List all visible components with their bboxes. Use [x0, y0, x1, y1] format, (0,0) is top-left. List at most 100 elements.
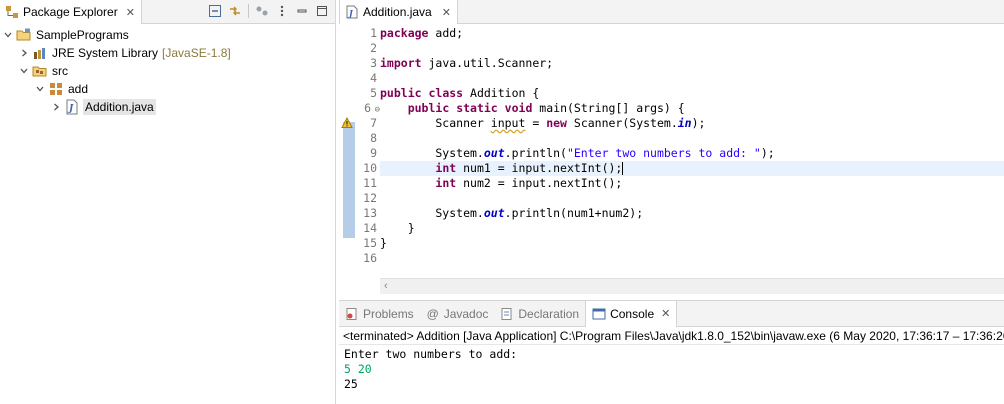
code-text: main(String[] args) {: [532, 101, 685, 115]
code-text: num2 = input.nextInt();: [456, 176, 623, 190]
tree-item-addition-java[interactable]: J Addition.java: [0, 98, 335, 116]
code-line[interactable]: }: [380, 221, 1004, 236]
tab-package-explorer[interactable]: Package Explorer ✕: [0, 0, 142, 24]
code-line[interactable]: import java.util.Scanner;: [380, 56, 1004, 71]
static-field: out: [483, 146, 505, 160]
chevron-down-icon[interactable]: [34, 83, 46, 95]
line-number: 4: [370, 71, 377, 85]
tree-item-jre-library[interactable]: JRE System Library [JavaSE-1.8]: [0, 44, 335, 62]
code-line[interactable]: public static void main(String[] args) {: [380, 101, 1004, 116]
console-input-line: 5 20: [344, 362, 372, 376]
tab-javadoc[interactable]: @ Javadoc: [420, 301, 495, 327]
code-line[interactable]: Scanner input = new Scanner(System.in);: [380, 116, 1004, 131]
code-line[interactable]: [380, 251, 1004, 266]
keyword: new: [546, 116, 567, 130]
line-number: 7: [370, 116, 377, 130]
code-text: num1 = input.nextInt();: [456, 161, 623, 175]
code-line[interactable]: [380, 71, 1004, 86]
console-output[interactable]: Enter two numbers to add: 5 20 25: [339, 345, 1004, 392]
tree-label: SamplePrograms: [36, 28, 129, 42]
keyword: import: [380, 56, 422, 70]
code-line[interactable]: }: [380, 236, 1004, 251]
toolbar-separator: [248, 4, 249, 18]
line-number: 1: [370, 26, 377, 40]
keyword: public: [407, 101, 450, 115]
code-line[interactable]: System.out.println(num1+num2);: [380, 206, 1004, 221]
chevron-right-icon[interactable]: [50, 101, 62, 113]
java-file-icon: J: [345, 5, 359, 19]
code-line[interactable]: package add;: [380, 26, 1004, 41]
console-icon: [592, 307, 606, 321]
minimize-icon[interactable]: [295, 4, 309, 18]
tab-label: Console: [610, 306, 655, 321]
code-text: Scanner(System.: [566, 116, 678, 130]
view-menu-icon[interactable]: [275, 4, 289, 18]
link-with-editor-icon[interactable]: [228, 4, 242, 18]
code-line[interactable]: System.out.println("Enter two numbers to…: [380, 146, 1004, 161]
line-number: 3: [370, 56, 377, 70]
code-line[interactable]: [380, 191, 1004, 206]
tab-problems[interactable]: Problems: [339, 301, 420, 327]
horizontal-scrollbar[interactable]: ‹: [380, 278, 1004, 294]
library-icon: [32, 45, 48, 61]
tab-label: Package Explorer: [23, 5, 118, 19]
line-number: 9: [370, 146, 377, 160]
tree-item-package-add[interactable]: add: [0, 80, 335, 98]
tab-console[interactable]: Console ✕: [585, 300, 678, 327]
package-icon: [48, 81, 64, 97]
line-number: 5: [370, 86, 377, 100]
warning-identifier[interactable]: input: [491, 116, 526, 130]
code-text: =: [525, 116, 547, 130]
close-icon[interactable]: ✕: [442, 6, 451, 19]
project-tree: SamplePrograms JRE System Library [JavaS…: [0, 26, 335, 116]
tree-label: JRE System Library: [52, 46, 159, 60]
keyword: class: [428, 86, 464, 100]
line-number: 6: [364, 101, 371, 115]
code-area[interactable]: 1 2 3 4 5 6 ⊖ 7 8 9 10 11 12 13 14 15 16 …: [339, 26, 1004, 276]
text-caret: [622, 162, 624, 175]
chevron-right-icon[interactable]: [18, 47, 30, 59]
keyword: void: [504, 101, 533, 115]
tab-label: Declaration: [518, 306, 580, 321]
code-text: Scanner: [380, 116, 491, 130]
java-file-icon: J: [64, 99, 80, 115]
code-line[interactable]: [380, 41, 1004, 56]
scroll-left-icon[interactable]: ‹: [384, 280, 388, 292]
chevron-down-icon[interactable]: [18, 65, 30, 77]
close-icon[interactable]: ✕: [661, 307, 670, 320]
chevron-down-icon[interactable]: [2, 29, 14, 41]
code-line[interactable]: int num2 = input.nextInt();: [380, 176, 1004, 191]
code-text: System.: [380, 146, 484, 160]
code-text: System.: [380, 206, 484, 220]
tab-declaration[interactable]: Declaration: [494, 301, 585, 327]
code-lines[interactable]: package add; import java.util.Scanner; p…: [380, 26, 1004, 266]
explorer-tabbar: Package Explorer ✕: [0, 0, 335, 24]
tab-addition-java[interactable]: J Addition.java ✕: [339, 0, 458, 24]
problems-icon: [345, 307, 359, 321]
tree-item-src[interactable]: src: [0, 62, 335, 80]
javadoc-icon: @: [426, 306, 439, 321]
code-text: .println(: [504, 146, 567, 160]
collapse-all-icon[interactable]: [208, 4, 222, 18]
code-line[interactable]: public class Addition {: [380, 86, 1004, 101]
string-literal: "Enter two numbers to add: ": [566, 146, 761, 160]
console-panel: Problems @ Javadoc Declaration Console ✕…: [339, 300, 1004, 404]
code-text: Addition {: [463, 86, 540, 100]
keyword: static: [456, 101, 498, 115]
static-field: out: [483, 206, 505, 220]
line-number: 12: [363, 191, 377, 205]
code-line-current[interactable]: int num1 = input.nextInt();: [380, 161, 1004, 176]
code-line[interactable]: [380, 131, 1004, 146]
console-line: 25: [344, 377, 358, 391]
line-number-foldable: 6 ⊖: [352, 101, 380, 116]
line-number: 8: [370, 131, 377, 145]
code-text: );: [760, 146, 775, 160]
focus-icon[interactable]: [255, 4, 269, 18]
close-icon[interactable]: ✕: [126, 6, 135, 19]
package-explorer-view: Package Explorer ✕ SamplePrograms JRE Sy…: [0, 0, 336, 404]
maximize-icon[interactable]: [315, 4, 329, 18]
tree-item-project[interactable]: SamplePrograms: [0, 26, 335, 44]
